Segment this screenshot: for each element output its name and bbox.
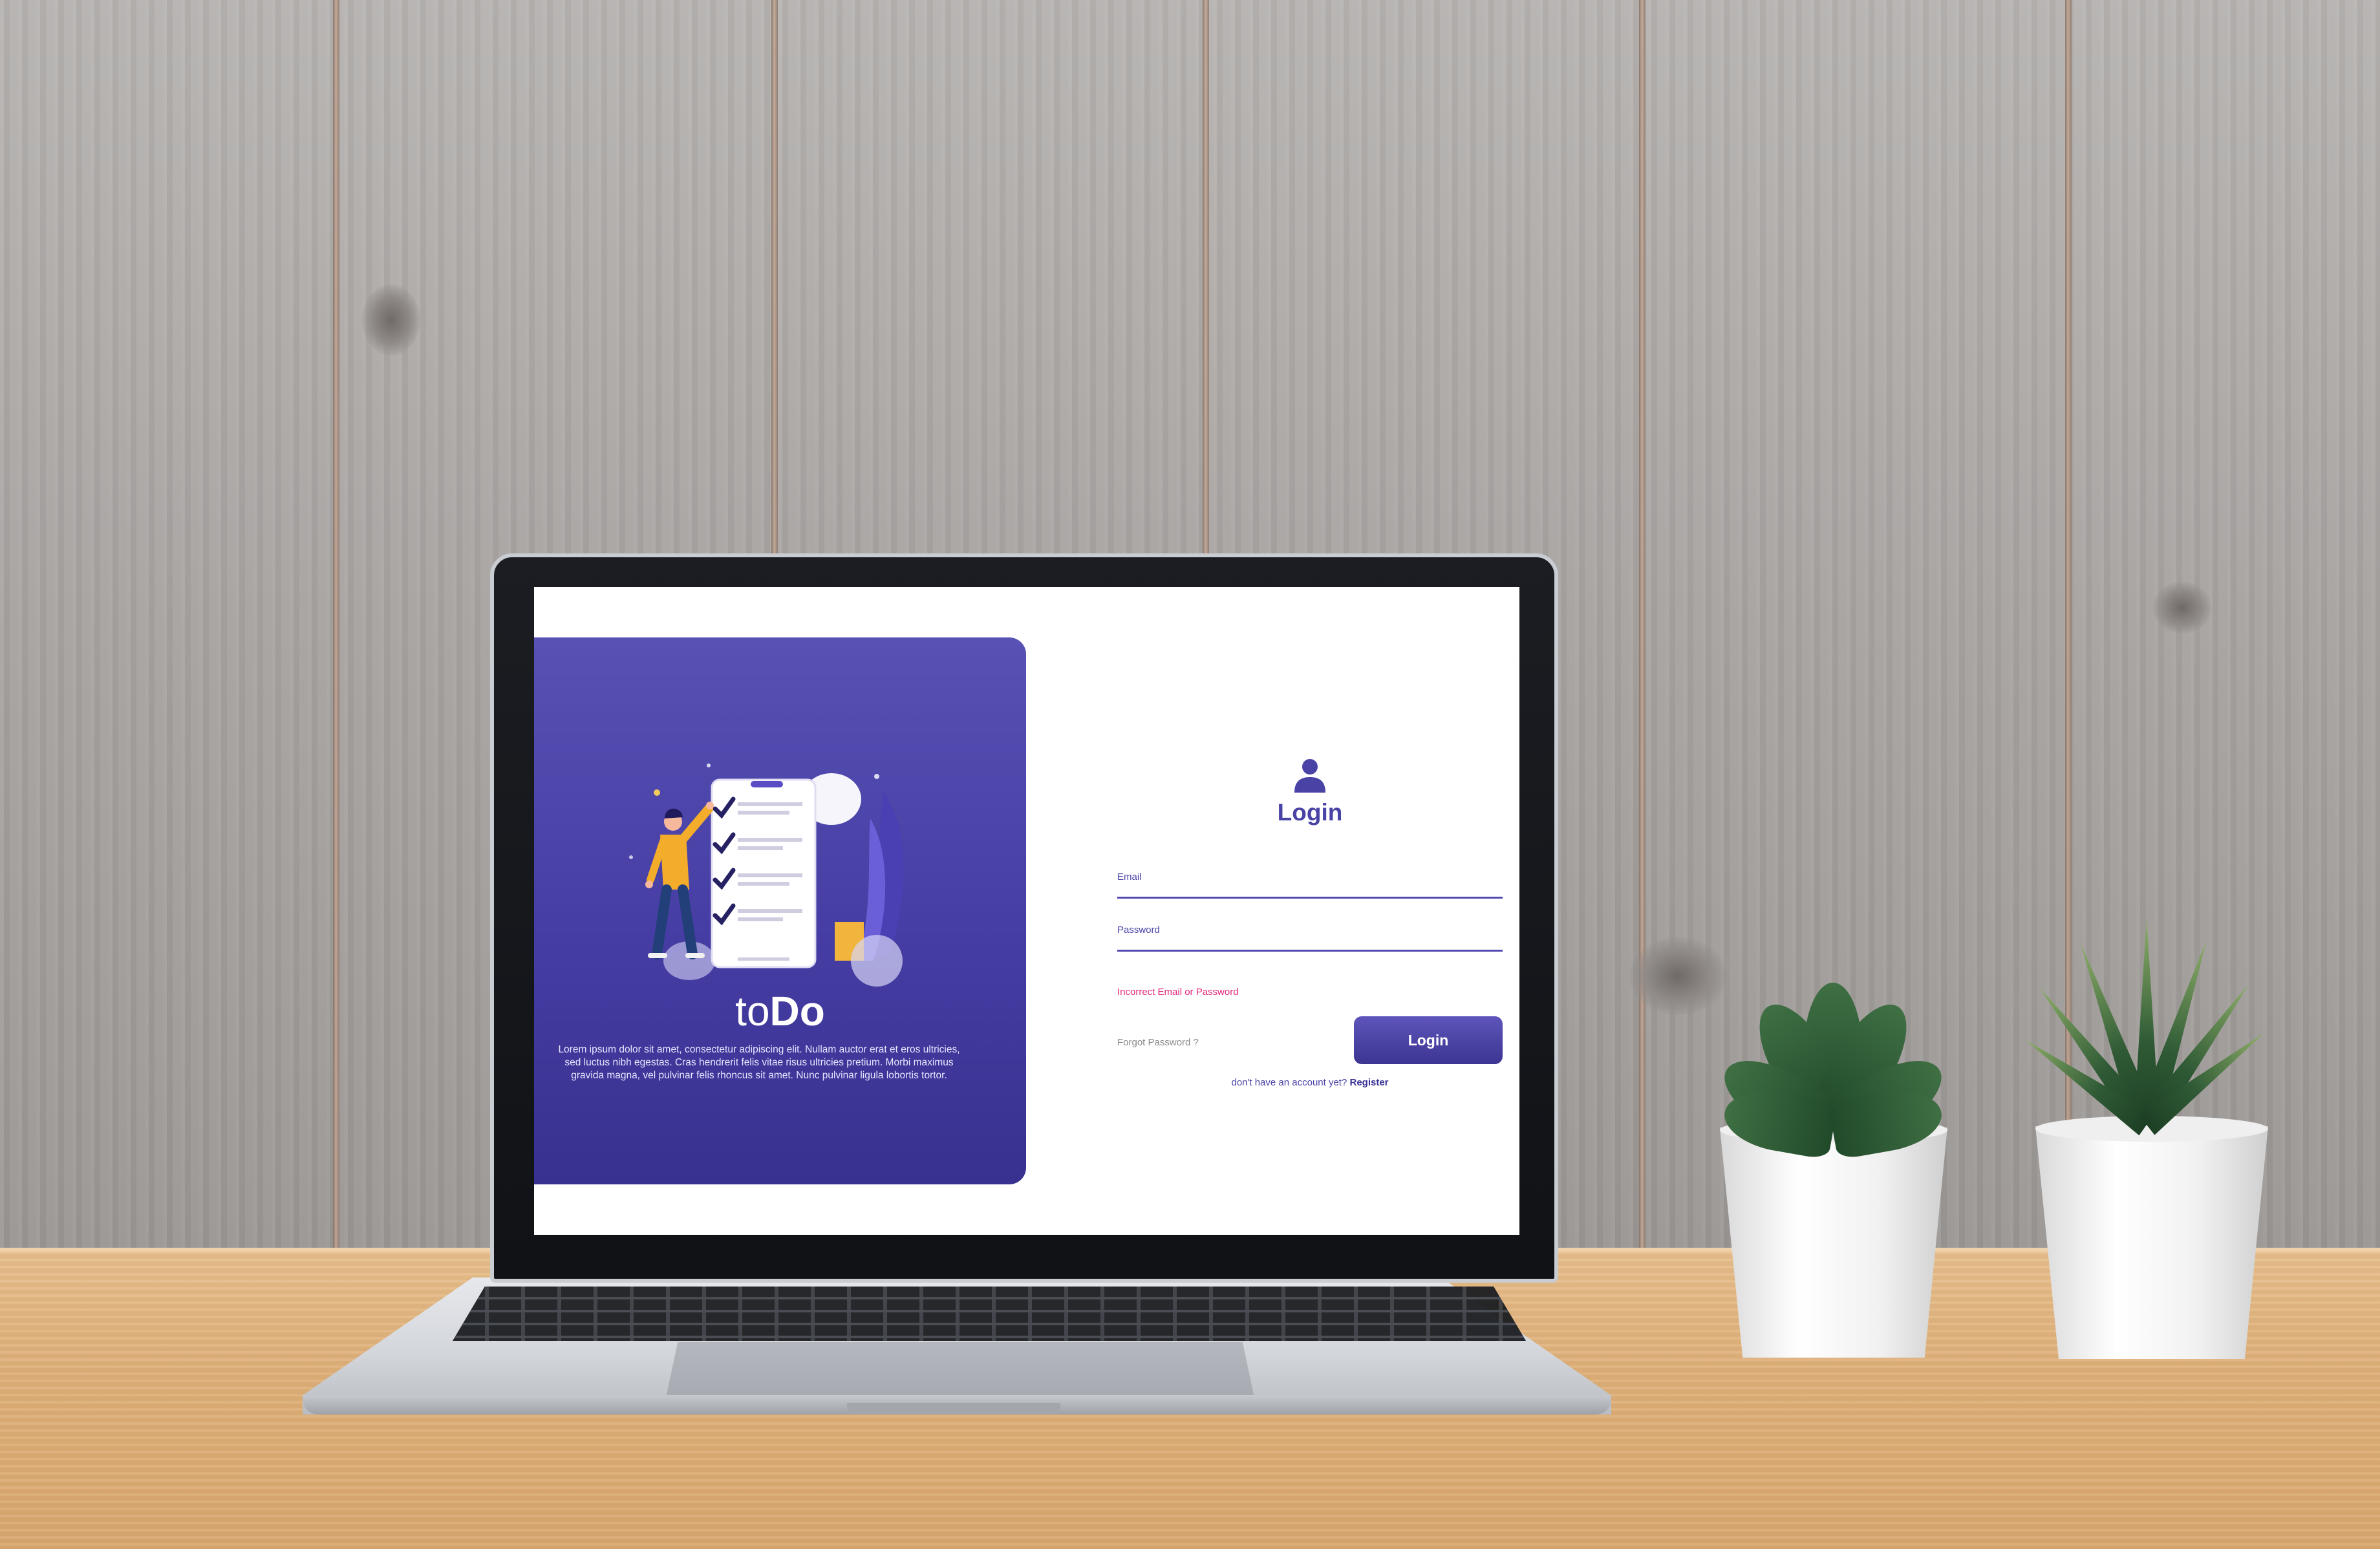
todo-checklist-illustration bbox=[629, 764, 904, 987]
forgot-password-link[interactable]: Forgot Password ? bbox=[1117, 1037, 1199, 1048]
brand-name-light: to bbox=[735, 988, 770, 1034]
login-title: Login bbox=[1277, 799, 1343, 826]
laptop-screen: toDo Lorem ipsum dolor sit amet, consect… bbox=[534, 587, 1519, 1235]
email-field-group: Email bbox=[1117, 871, 1503, 899]
plant-pot bbox=[2035, 1126, 2268, 1359]
brand-name-bold: Do bbox=[769, 988, 825, 1034]
plant-pot bbox=[1720, 1127, 1947, 1358]
wall-plank-seam bbox=[333, 0, 339, 1254]
register-prompt-text: don't have an account yet? bbox=[1231, 1077, 1347, 1088]
laptop-keyboard-rows bbox=[453, 1287, 1526, 1341]
wood-knot bbox=[362, 284, 420, 356]
email-input[interactable] bbox=[1117, 888, 1503, 899]
laptop-trackpad bbox=[666, 1342, 1254, 1398]
wood-knot bbox=[1629, 937, 1726, 1015]
welcome-panel: toDo Lorem ipsum dolor sit amet, consect… bbox=[534, 637, 1026, 1184]
laptop-lid-notch bbox=[847, 1403, 1060, 1415]
email-label: Email bbox=[1117, 871, 1142, 882]
password-field-group: Password bbox=[1117, 924, 1503, 952]
photo-scene: toDo Lorem ipsum dolor sit amet, consect… bbox=[0, 0, 2380, 1549]
user-icon bbox=[1294, 759, 1325, 793]
password-input[interactable] bbox=[1117, 941, 1503, 952]
brand-description: Lorem ipsum dolor sit amet, consectetur … bbox=[558, 1044, 960, 1081]
register-link[interactable]: Register bbox=[1349, 1077, 1388, 1088]
wood-knot bbox=[2153, 582, 2211, 634]
login-button[interactable]: Login bbox=[1354, 1016, 1503, 1064]
wall-plank-seam bbox=[1639, 0, 1646, 1254]
login-error-message: Incorrect Email or Password bbox=[1117, 987, 1239, 998]
password-label: Password bbox=[1117, 924, 1160, 935]
register-prompt: don't have an account yet? Register bbox=[1117, 1077, 1503, 1088]
brand-logo: toDo bbox=[534, 990, 1026, 1032]
